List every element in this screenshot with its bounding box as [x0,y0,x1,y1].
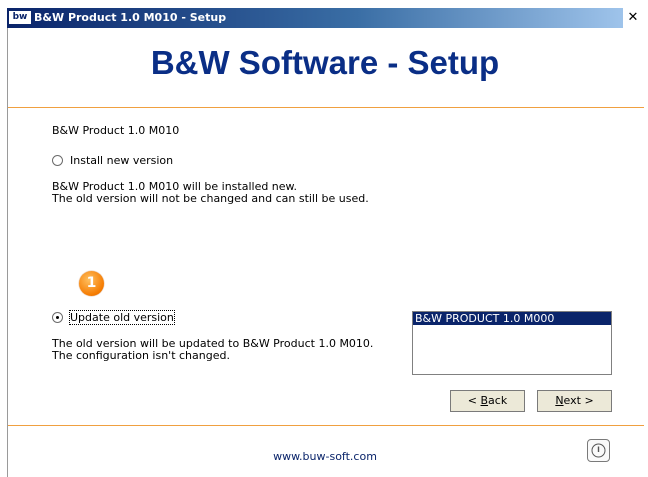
next-rest: ext > [563,394,594,407]
back-mnemonic: B [480,394,489,407]
step-badge: 1 [79,271,104,296]
back-prefix: < [467,394,481,407]
update-old-label[interactable]: Update old version [69,310,175,325]
installed-versions-list[interactable]: B&W PRODUCT 1.0 M000 [412,311,612,375]
app-logo-icon: bw [9,11,31,24]
title-bar: bw B&W Product 1.0 M010 - Setup [7,8,643,28]
page-title: B&W Software - Setup [150,44,500,81]
back-button[interactable]: < Back [450,390,525,412]
power-button[interactable] [587,439,610,462]
header-divider [8,107,644,108]
install-new-option[interactable]: Install new version [52,154,173,167]
next-mnemonic: N [555,394,564,407]
footer-divider [8,425,644,426]
list-item[interactable]: B&W PRODUCT 1.0 M000 [413,312,611,325]
close-icon[interactable]: ✕ [623,8,643,28]
update-old-description: The old version will be updated to B&W P… [52,338,373,362]
update-old-radio[interactable] [52,312,63,323]
power-icon [591,443,606,458]
install-new-description: B&W Product 1.0 M010 will be installed n… [52,181,369,205]
next-button[interactable]: Next > [537,390,612,412]
update-old-desc-line2: The configuration isn't changed. [52,349,230,362]
install-new-desc-line2: The old version will not be changed and … [52,192,369,205]
product-name: B&W Product 1.0 M010 [52,124,180,137]
website-link[interactable]: www.buw-soft.com [7,450,643,463]
back-rest: ack [488,394,508,407]
install-new-label[interactable]: Install new version [70,154,173,167]
install-new-radio[interactable] [52,155,63,166]
window-title: B&W Product 1.0 M010 - Setup [34,11,227,24]
update-old-option[interactable]: Update old version [52,310,175,325]
